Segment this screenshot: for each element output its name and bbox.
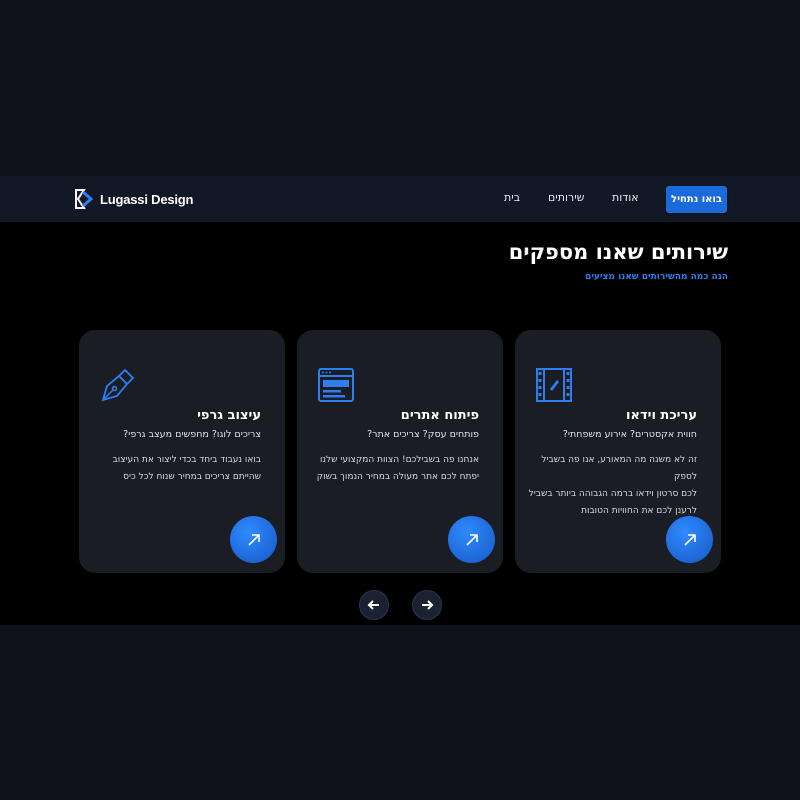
card-title: פיתוח אתרים [400, 408, 479, 423]
nav-home[interactable]: בית [504, 191, 520, 204]
bottom-background [0, 625, 800, 800]
services-section: שירותים שאנו מספקים הנה כמה מהשירותים שא… [0, 222, 800, 625]
card-open-button[interactable] [448, 516, 495, 563]
card-description-line: אנחנו פה בשבילכם! הצוות המקצועי שלנו [319, 455, 479, 465]
nav-about[interactable]: אודות [612, 191, 639, 204]
card-description: בואו נעבוד ביחד בכדי ליצור את העיצוב שהי… [91, 452, 261, 486]
card-description-line: לכם סרטון וידאו ברמה הגבוהה ביותר בשביל [528, 489, 697, 499]
section-subtitle: הנה כמה מהשירותים שאנו מציעים [584, 272, 728, 282]
pen-nib-icon [101, 368, 135, 402]
service-card-graphic: עיצוב גרפי צריכים לוגו? מחפשים מעצב גרפי… [79, 330, 285, 573]
carousel-prev-button[interactable] [359, 590, 389, 620]
section-title: שירותים שאנו מספקים [508, 240, 728, 264]
carousel-next-button[interactable] [412, 590, 442, 620]
card-description-line: לרענן לכם את החוויות הטובות [581, 506, 697, 516]
card-title: עריכת וידאו [626, 408, 697, 423]
card-description: אנחנו פה בשבילכם! הצוות המקצועי שלנו יפת… [309, 452, 479, 486]
card-subtitle: צריכים לוגו? מחפשים מעצב גרפי? [123, 429, 261, 440]
card-open-button[interactable] [230, 516, 277, 563]
arrow-right-icon [422, 600, 434, 610]
card-title: עיצוב גרפי [197, 408, 261, 423]
arrow-left-icon [367, 600, 379, 610]
film-edit-icon [536, 368, 572, 402]
card-subtitle: פותחים עסק? צריכים אתר? [367, 429, 479, 440]
card-open-button[interactable] [666, 516, 713, 563]
top-background [0, 0, 800, 176]
arrow-up-right-icon [683, 533, 696, 546]
navbar: Lugassi Design בית שירותים אודות בואו נת… [0, 176, 800, 223]
card-description-line: בואו נעבוד ביחד בכדי ליצור את העיצוב [112, 455, 261, 465]
service-card-web: פיתוח אתרים פותחים עסק? צריכים אתר? אנחנ… [297, 330, 503, 573]
arrow-up-right-icon [465, 533, 478, 546]
card-description-line: זה לא משנה מה המאורע, אנו פה בשביל לספק [541, 455, 697, 482]
nav-services[interactable]: שירותים [548, 191, 584, 204]
card-description-line: שהייתם צריכים במחיר שנוח לכל כיס [123, 472, 261, 482]
browser-window-icon [318, 368, 354, 402]
service-card-video: עריכת וידאו חווית אקסטרים? אירוע משפחתי?… [515, 330, 721, 573]
card-subtitle: חווית אקסטרים? אירוע משפחתי? [562, 429, 697, 440]
card-description-line: יפתח לכם אתר מעולה במחיר הנמוך בשוק [316, 472, 479, 482]
card-description: זה לא משנה מה המאורע, אנו פה בשביל לספק … [527, 452, 697, 520]
get-started-button[interactable]: בואו נתחיל [666, 186, 727, 213]
arrow-up-right-icon [247, 533, 260, 546]
